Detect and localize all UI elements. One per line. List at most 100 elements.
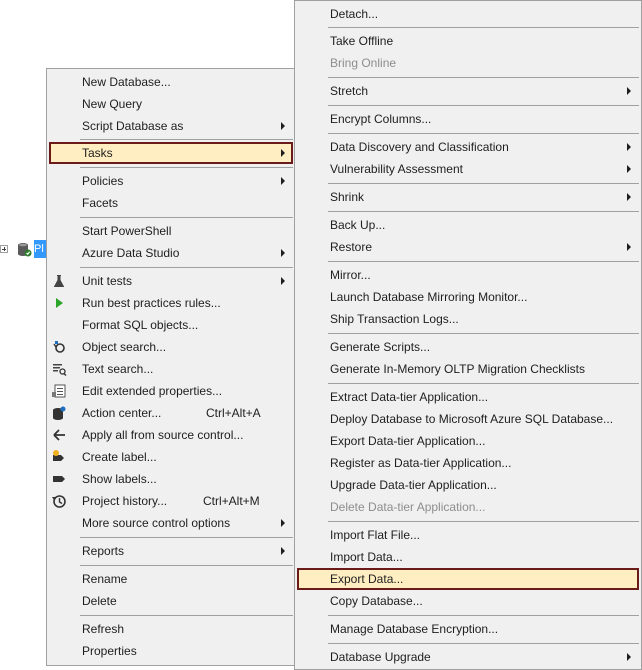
- menu-item-script-database-as[interactable]: Script Database as: [49, 115, 293, 137]
- menu-separator: [328, 333, 639, 334]
- menu-item-back-up[interactable]: Back Up...: [297, 214, 639, 236]
- menu-item-data-discovery-and-classification[interactable]: Data Discovery and Classification: [297, 136, 639, 158]
- menu-item-unit-tests[interactable]: Unit tests: [49, 270, 293, 292]
- menu-item-label: Shrink: [330, 190, 365, 204]
- menu-item-label: Show labels...: [82, 472, 157, 486]
- menu-separator: [80, 565, 293, 566]
- menu-item-encrypt-columns[interactable]: Encrypt Columns...: [297, 108, 639, 130]
- menu-separator: [80, 139, 293, 140]
- menu-separator: [328, 521, 639, 522]
- play-icon: [51, 295, 67, 311]
- menu-separator: [328, 383, 639, 384]
- menu-item-generate-scripts[interactable]: Generate Scripts...: [297, 336, 639, 358]
- menu-item-new-query[interactable]: New Query: [49, 93, 293, 115]
- menu-item-create-label[interactable]: Create label...: [49, 446, 293, 468]
- submenu-arrow-icon: [281, 249, 285, 257]
- menu-item-label: Reports: [82, 544, 125, 558]
- menu-item-label: Azure Data Studio: [82, 246, 180, 260]
- menu-item-rename[interactable]: Rename: [49, 568, 293, 590]
- menu-item-ship-transaction-logs[interactable]: Ship Transaction Logs...: [297, 308, 639, 330]
- menu-item-mirror[interactable]: Mirror...: [297, 264, 639, 286]
- menu-item-detach[interactable]: Detach...: [297, 3, 639, 25]
- menu-item-properties[interactable]: Properties: [49, 640, 293, 662]
- menu-item-label: Stretch: [330, 84, 369, 98]
- menu-item-upgrade-data-tier-application[interactable]: Upgrade Data-tier Application...: [297, 474, 639, 496]
- menu-item-label: Facets: [82, 196, 119, 210]
- menu-item-label: Detach...: [330, 7, 379, 21]
- menu-item-take-offline[interactable]: Take Offline: [297, 30, 639, 52]
- menu-item-label: Restore: [330, 240, 373, 254]
- menu-separator: [80, 267, 293, 268]
- menu-item-label: Manage Database Encryption...: [330, 622, 499, 636]
- menu-item-shrink[interactable]: Shrink: [297, 186, 639, 208]
- menu-item-import-flat-file[interactable]: Import Flat File...: [297, 524, 639, 546]
- menu-item-reports[interactable]: Reports: [49, 540, 293, 562]
- submenu-arrow-icon: [281, 547, 285, 555]
- menu-item-import-data[interactable]: Import Data...: [297, 546, 639, 568]
- menu-item-start-powershell[interactable]: Start PowerShell: [49, 220, 293, 242]
- submenu-arrow-icon: [281, 177, 285, 185]
- menu-item-label: Tasks: [82, 146, 113, 160]
- database-tree-node[interactable]: Pl: [0, 240, 48, 258]
- menu-item-register-as-data-tier-application[interactable]: Register as Data-tier Application...: [297, 452, 639, 474]
- menu-item-refresh[interactable]: Refresh: [49, 618, 293, 640]
- menu-item-label: Ship Transaction Logs...: [330, 312, 459, 326]
- menu-item-label: Text search...: [82, 362, 154, 376]
- menu-item-label: Properties: [82, 644, 137, 658]
- menu-item-label: Copy Database...: [330, 594, 423, 608]
- menu-item-launch-database-mirroring-monitor[interactable]: Launch Database Mirroring Monitor...: [297, 286, 639, 308]
- menu-item-policies[interactable]: Policies: [49, 170, 293, 192]
- menu-item-run-best-practices-rules[interactable]: Run best practices rules...: [49, 292, 293, 314]
- menu-item-format-sql-objects[interactable]: Format SQL objects...: [49, 314, 293, 336]
- menu-item-export-data[interactable]: Export Data...: [297, 568, 639, 590]
- submenu-arrow-icon: [627, 243, 631, 251]
- menu-separator: [328, 27, 639, 28]
- menu-separator: [328, 643, 639, 644]
- menu-separator: [328, 133, 639, 134]
- menu-item-apply-all-from-source-control[interactable]: Apply all from source control...: [49, 424, 293, 446]
- menu-item-database-upgrade[interactable]: Database Upgrade: [297, 646, 639, 668]
- menu-item-label: Mirror...: [330, 268, 371, 282]
- menu-item-facets[interactable]: Facets: [49, 192, 293, 214]
- menu-item-stretch[interactable]: Stretch: [297, 80, 639, 102]
- submenu-arrow-icon: [627, 143, 631, 151]
- menu-item-show-labels[interactable]: Show labels...: [49, 468, 293, 490]
- menu-item-deploy-database-to-azure[interactable]: Deploy Database to Microsoft Azure SQL D…: [297, 408, 639, 430]
- submenu-arrow-icon: [281, 519, 285, 527]
- menu-item-label: Encrypt Columns...: [330, 112, 432, 126]
- database-icon: [16, 241, 32, 257]
- menu-item-label: Upgrade Data-tier Application...: [330, 478, 497, 492]
- menu-item-label: Unit tests: [82, 274, 133, 288]
- menu-item-object-search[interactable]: Object search...: [49, 336, 293, 358]
- menu-separator: [328, 77, 639, 78]
- menu-item-generate-in-memory-oltp-migration-checklists[interactable]: Generate In-Memory OLTP Migration Checkl…: [297, 358, 639, 380]
- menu-item-action-center[interactable]: Action center... Ctrl+Alt+A: [49, 402, 293, 424]
- menu-item-copy-database[interactable]: Copy Database...: [297, 590, 639, 612]
- menu-item-export-data-tier-application[interactable]: Export Data-tier Application...: [297, 430, 639, 452]
- menu-separator: [328, 261, 639, 262]
- menu-item-project-history[interactable]: Project history... Ctrl+Alt+M: [49, 490, 293, 512]
- menu-item-label: Start PowerShell: [82, 224, 172, 238]
- menu-item-label: Import Flat File...: [330, 528, 421, 542]
- menu-item-shortcut: Ctrl+Alt+M: [203, 494, 260, 508]
- menu-item-label: Run best practices rules...: [82, 296, 221, 310]
- menu-item-edit-extended-properties[interactable]: Edit extended properties...: [49, 380, 293, 402]
- menu-item-azure-data-studio[interactable]: Azure Data Studio: [49, 242, 293, 264]
- menu-item-manage-database-encryption[interactable]: Manage Database Encryption...: [297, 618, 639, 640]
- submenu-arrow-icon: [627, 165, 631, 173]
- menu-item-more-source-control-options[interactable]: More source control options: [49, 512, 293, 534]
- menu-item-delete[interactable]: Delete: [49, 590, 293, 612]
- menu-item-tasks[interactable]: Tasks: [49, 142, 293, 164]
- menu-item-text-search[interactable]: Text search...: [49, 358, 293, 380]
- menu-separator: [80, 615, 293, 616]
- menu-separator: [328, 183, 639, 184]
- history-icon: [51, 493, 67, 509]
- menu-item-extract-data-tier-application[interactable]: Extract Data-tier Application...: [297, 386, 639, 408]
- menu-item-restore[interactable]: Restore: [297, 236, 639, 258]
- menu-item-vulnerability-assessment[interactable]: Vulnerability Assessment: [297, 158, 639, 180]
- expand-icon[interactable]: [0, 245, 8, 253]
- menu-item-label: Export Data-tier Application...: [330, 434, 486, 448]
- menu-item-label: Project history...: [82, 494, 168, 508]
- menu-item-new-database[interactable]: New Database...: [49, 71, 293, 93]
- menu-item-label: Launch Database Mirroring Monitor...: [330, 290, 528, 304]
